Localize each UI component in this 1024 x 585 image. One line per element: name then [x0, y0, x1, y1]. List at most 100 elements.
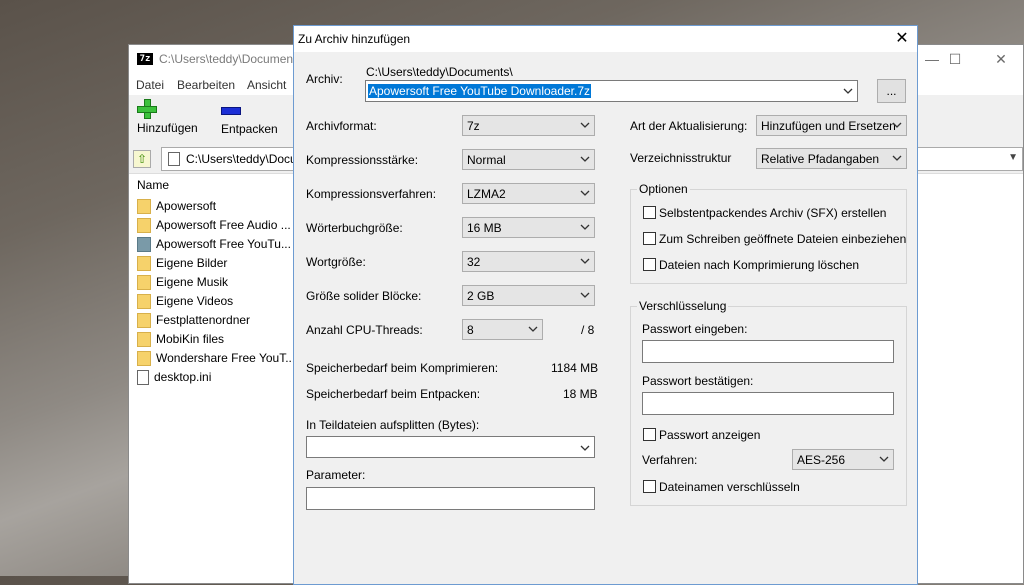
- format-select[interactable]: 7z: [462, 115, 595, 136]
- encrypt-names-label[interactable]: Dateinamen verschlüsseln: [659, 480, 800, 494]
- chevron-down-icon: [879, 452, 889, 462]
- encryption-method-label: Verfahren:: [642, 453, 698, 467]
- encrypt-names-checkbox[interactable]: [643, 480, 656, 493]
- app-folder-icon: [137, 237, 151, 253]
- level-select[interactable]: Normal: [462, 149, 595, 170]
- menu-ansicht[interactable]: Ansicht: [247, 78, 286, 92]
- paths-value: Relative Pfadangaben: [761, 152, 880, 166]
- file-name: Wondershare Free YouT...: [156, 351, 296, 365]
- mem-extract-label: Speicherbedarf beim Entpacken:: [306, 387, 481, 401]
- maximize-button[interactable]: ☐: [932, 45, 978, 75]
- folder-up-icon[interactable]: ⇧: [133, 150, 151, 168]
- shared-label[interactable]: Zum Schreiben geöffnete Dateien einbezie…: [659, 232, 906, 246]
- list-item[interactable]: Apowersoft Free Audio ...: [137, 218, 291, 237]
- delete-checkbox[interactable]: [643, 258, 656, 271]
- folder-icon: [137, 351, 151, 367]
- chevron-down-icon: [580, 118, 590, 128]
- chevron-down-icon[interactable]: ▼: [1008, 152, 1018, 163]
- file-name: MobiKin files: [156, 332, 225, 346]
- dict-label: Wörterbuchgröße:: [306, 221, 403, 235]
- list-item[interactable]: desktop.ini: [137, 370, 211, 389]
- dialog-close-button[interactable]: ✕: [887, 26, 917, 52]
- update-value: Hinzufügen und Ersetzen: [761, 119, 896, 133]
- dict-value: 16 MB: [467, 221, 502, 235]
- paths-select[interactable]: Relative Pfadangaben: [756, 148, 907, 169]
- threads-label: Anzahl CPU-Threads:: [306, 323, 423, 337]
- folder-icon: [137, 332, 151, 348]
- add-button-label: Hinzufügen: [137, 121, 198, 135]
- chevron-down-icon: [580, 254, 590, 264]
- file-name: Apowersoft: [156, 199, 217, 213]
- threads-max: / 8: [581, 323, 595, 337]
- delete-label[interactable]: Dateien nach Komprimierung löschen: [659, 258, 859, 272]
- list-item[interactable]: MobiKin files: [137, 332, 224, 351]
- file-name: desktop.ini: [154, 370, 212, 384]
- pwd-confirm-label: Passwort bestätigen:: [642, 374, 754, 388]
- level-label: Kompressionsstärke:: [306, 153, 419, 167]
- 7zip-app-icon: 7z: [137, 53, 153, 65]
- close-button[interactable]: ✕: [978, 45, 1024, 75]
- sfx-checkbox[interactable]: [643, 206, 656, 219]
- params-input[interactable]: [306, 487, 595, 510]
- list-item[interactable]: Eigene Musik: [137, 275, 228, 294]
- dict-select[interactable]: 16 MB: [462, 217, 595, 238]
- minus-icon: [221, 107, 241, 115]
- plus-icon: [137, 99, 157, 119]
- extract-button[interactable]: Entpacken: [221, 99, 278, 136]
- shared-checkbox[interactable]: [643, 232, 656, 245]
- menu-datei[interactable]: Datei: [136, 78, 164, 92]
- archive-label: Archiv:: [306, 72, 343, 86]
- mem-extract-value: 18 MB: [563, 387, 598, 401]
- menu-bearbeiten[interactable]: Bearbeiten: [177, 78, 235, 92]
- paths-label: Verzeichnisstruktur: [630, 151, 732, 165]
- archive-path: C:\Users\teddy\Documents\: [366, 65, 513, 79]
- document-icon: [168, 152, 180, 166]
- word-label: Wortgröße:: [306, 255, 366, 269]
- sfx-label[interactable]: Selbstentpackendes Archiv (SFX) erstelle…: [659, 206, 886, 220]
- encryption-method-select[interactable]: AES-256: [792, 449, 894, 470]
- threads-select[interactable]: 8: [462, 319, 543, 340]
- file-list: Name Apowersoft Apowersoft Free Audio ..…: [129, 174, 295, 583]
- list-item[interactable]: Apowersoft: [137, 199, 216, 218]
- list-item[interactable]: Eigene Bilder: [137, 256, 227, 275]
- mem-compress-value: 1184 MB: [551, 361, 599, 375]
- column-header-name[interactable]: Name: [137, 178, 169, 192]
- browse-button[interactable]: ...: [877, 79, 906, 103]
- password-confirm-input[interactable]: [642, 392, 894, 415]
- encryption-method-value: AES-256: [797, 453, 846, 467]
- list-item[interactable]: Wondershare Free YouT...: [137, 351, 295, 370]
- chevron-down-icon: [892, 118, 902, 128]
- file-name: Eigene Bilder: [156, 256, 228, 270]
- chevron-down-icon: [580, 186, 590, 196]
- list-item[interactable]: Festplattenordner: [137, 313, 250, 332]
- method-label: Kompressionsverfahren:: [306, 187, 437, 201]
- add-to-archive-dialog: Zu Archiv hinzufügen ✕ Archiv: C:\Users\…: [293, 25, 918, 585]
- method-select[interactable]: LZMA2: [462, 183, 595, 204]
- password-input[interactable]: [642, 340, 894, 363]
- extract-button-label: Entpacken: [221, 122, 278, 136]
- chevron-down-icon: [892, 151, 902, 161]
- ini-file-icon: [137, 370, 149, 386]
- list-item[interactable]: Eigene Videos: [137, 294, 233, 313]
- window-title: C:\Users\teddy\Documents\: [159, 52, 306, 66]
- pwd-label: Passwort eingeben:: [642, 322, 748, 336]
- update-select[interactable]: Hinzufügen und Ersetzen: [756, 115, 907, 136]
- chevron-down-icon[interactable]: [843, 86, 853, 96]
- file-name: Apowersoft Free Audio ...: [156, 218, 291, 232]
- folder-icon: [137, 313, 151, 329]
- format-value: 7z: [467, 119, 480, 133]
- folder-icon: [137, 199, 151, 215]
- folder-icon: [137, 218, 151, 234]
- mem-compress-label: Speicherbedarf beim Komprimieren:: [306, 361, 499, 375]
- word-select[interactable]: 32: [462, 251, 595, 272]
- solid-select[interactable]: 2 GB: [462, 285, 595, 306]
- show-password-checkbox[interactable]: [643, 428, 656, 441]
- params-label: Parameter:: [306, 468, 366, 482]
- add-button[interactable]: Hinzufügen: [137, 99, 198, 135]
- show-password-label[interactable]: Passwort anzeigen: [659, 428, 760, 442]
- solid-label: Größe solider Blöcke:: [306, 289, 422, 303]
- split-combo[interactable]: [306, 436, 595, 458]
- list-item[interactable]: Apowersoft Free YouTu...: [137, 237, 291, 256]
- archive-name-combo[interactable]: Apowersoft Free YouTube Downloader.7z: [365, 80, 858, 102]
- chevron-down-icon[interactable]: [580, 442, 590, 456]
